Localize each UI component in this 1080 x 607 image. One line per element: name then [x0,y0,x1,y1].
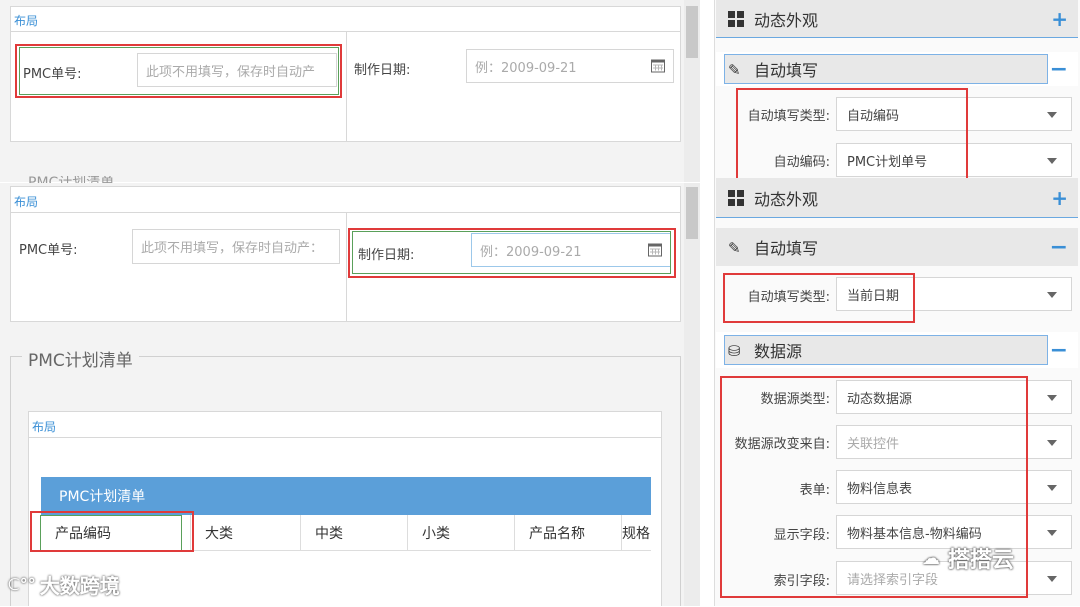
column-header[interactable]: 规格 [622,515,651,550]
expand-plus-icon[interactable]: + [1051,7,1068,31]
pencil-icon: ✎ [728,61,741,79]
date-label: 制作日期: [354,63,411,78]
grid-title: PMC计划清单 [59,489,146,505]
section-data-source[interactable]: ⛁ 数据源 − [716,332,1078,368]
collapse-minus-icon[interactable]: − [1050,57,1068,82]
layout-tag: 布局 [14,14,39,28]
chevron-down-icon [1047,440,1057,446]
grid-layout-panel: 布局 PMC计划清单 产品编码 大类 中类 小类 产品名称 规格 [28,411,662,606]
section-dynamic-appearance-2[interactable]: 动态外观 + [716,178,1078,218]
section-auto-fill[interactable]: ✎ 自动填写 − [716,52,1078,86]
chevron-down-icon [1047,395,1057,401]
chevron-down-icon [1047,576,1057,582]
scrollbar-top[interactable] [684,0,700,182]
grid-header-bar: PMC计划清单 [41,477,651,515]
autofill-highlight [736,88,968,181]
column-divider [346,212,347,321]
column-header[interactable]: 大类 [191,515,301,550]
chevron-down-icon [1047,292,1057,298]
pmc-no-highlight [15,44,342,98]
chevron-down-icon [1047,485,1057,491]
chevron-down-icon [1047,530,1057,536]
column-header[interactable]: 中类 [301,515,408,550]
grid-icon [728,189,744,206]
current-date-highlight [723,273,915,323]
collapse-minus-icon[interactable]: − [1050,338,1068,363]
layout-tag: 布局 [14,195,39,209]
eye-logo-icon: ℂ°° [8,575,36,594]
collapse-minus-icon[interactable]: − [1050,235,1068,260]
watermark-right: ☁ 搭搭云 [922,547,1015,574]
pmc-no-input[interactable]: 此项不用填写，保存时自动产： [132,229,340,264]
watermark-left: ℂ°° 大数跨境 [8,574,120,598]
pencil-icon: ✎ [728,239,741,257]
column-divider [346,31,347,141]
wechat-icon: ☁ [922,547,940,569]
section-dynamic-appearance[interactable]: 动态外观 + [716,0,1078,38]
column-header[interactable]: 产品名称 [515,515,622,550]
section-auto-fill-2[interactable]: ✎ 自动填写 − [716,228,1078,266]
expand-plus-icon[interactable]: + [1051,186,1068,210]
grid-icon [728,10,744,27]
pmc-no-label: PMC单号: [19,243,78,258]
fieldset-title: PMC计划清单 [22,346,139,371]
date-input[interactable]: 例：2009-09-21 [466,49,674,83]
chevron-down-icon [1047,158,1057,164]
column-header[interactable]: 小类 [408,515,515,550]
calendar-icon[interactable] [651,59,665,73]
chevron-down-icon [1047,112,1057,118]
scrollbar-middle[interactable] [684,183,700,606]
layout-tag: 布局 [32,420,57,434]
date-highlight [348,228,676,278]
cubes-icon: ⛁ [728,342,741,360]
product-code-highlight [30,511,194,552]
cut-section-title: PMC计划清单 [28,176,114,183]
